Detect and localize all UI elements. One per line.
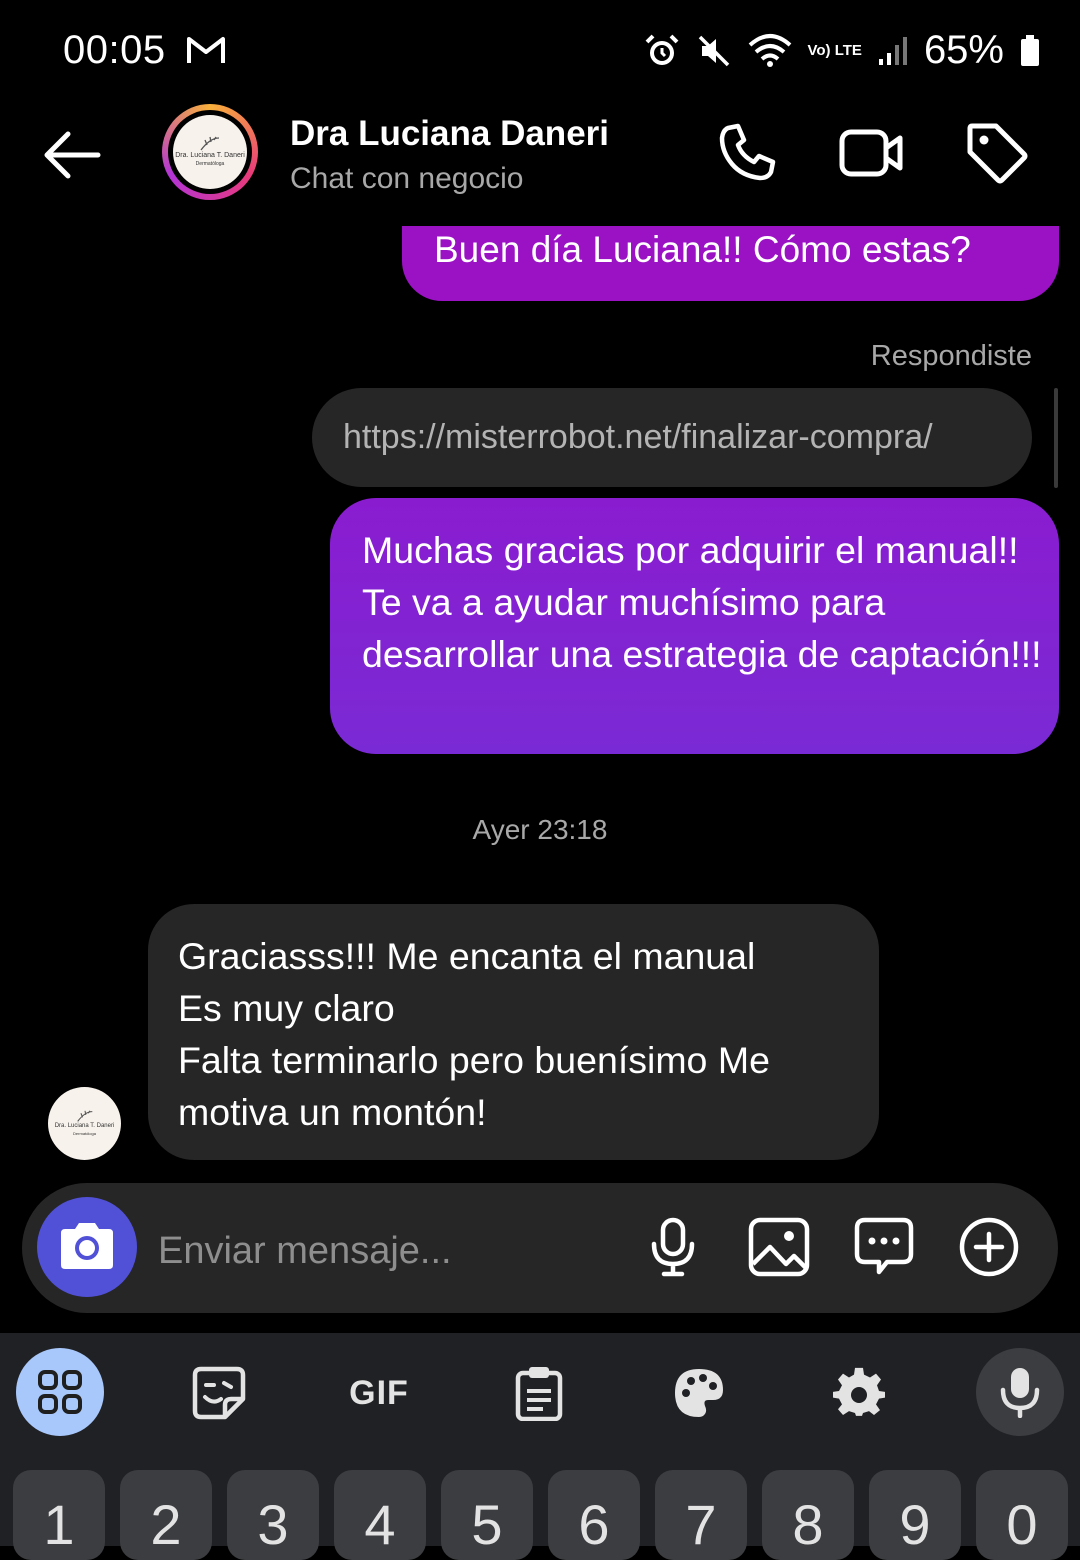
voice-input-button[interactable]	[976, 1348, 1064, 1436]
clipboard-button[interactable]	[496, 1350, 582, 1436]
apps-grid-button[interactable]	[16, 1348, 104, 1436]
battery-percent: 65%	[923, 28, 1004, 72]
camera-button[interactable]	[37, 1197, 137, 1297]
message-timestamp: Ayer 23:18	[472, 814, 608, 845]
wifi-icon	[748, 33, 791, 67]
leaf-icon	[76, 1110, 92, 1122]
key-1[interactable]: 1	[13, 1470, 105, 1560]
key-3[interactable]: 3	[227, 1470, 319, 1560]
volte-icon: Vo) LTE	[808, 43, 862, 58]
camera-icon	[61, 1223, 113, 1269]
message-line: Falta terminarlo pero buenísimo Me	[178, 1039, 770, 1081]
theme-button[interactable]	[656, 1350, 742, 1436]
message-line: Es muy claro	[178, 987, 395, 1029]
avatar-text: Dra. Luciana T. Daneri	[175, 152, 245, 159]
status-icons: Vo) LTE 65%	[644, 28, 1041, 73]
reply-quote-text: https://misterrobot.net/finalizar-compra…	[343, 418, 933, 456]
avatar-subtext: Dermatóloga	[195, 161, 225, 167]
phone-icon[interactable]	[714, 120, 780, 186]
key-5[interactable]: 5	[441, 1470, 533, 1560]
key-7[interactable]: 7	[655, 1470, 747, 1560]
key-6[interactable]: 6	[548, 1470, 640, 1560]
add-icon[interactable]	[956, 1214, 1022, 1280]
reply-quote[interactable]: https://misterrobot.net/finalizar-compra…	[312, 388, 1032, 487]
back-arrow-icon[interactable]	[40, 122, 106, 188]
contact-avatar[interactable]: Dra. Luciana T. Daneri Dermatóloga	[162, 104, 258, 200]
key-8[interactable]: 8	[762, 1470, 854, 1560]
alarm-icon	[645, 34, 678, 65]
incoming-message[interactable]: Graciasss!!! Me encanta el manual Es muy…	[148, 904, 879, 1160]
network-label: Vo) LTE	[807, 42, 862, 59]
message-line: motiva un montón!	[178, 1091, 487, 1133]
reply-indicator-bar	[1054, 388, 1058, 488]
palette-icon	[675, 1369, 723, 1417]
leaf-icon	[200, 136, 220, 151]
status-time: 00:05	[63, 28, 227, 73]
contact-subtitle: Chat con negocio	[290, 162, 524, 195]
avatar-logo: Dra. Luciana T. Daneri Dermatóloga	[173, 115, 247, 189]
avatar-text: Dra. Luciana T. Daneri	[54, 1123, 115, 1129]
key-2[interactable]: 2	[120, 1470, 212, 1560]
settings-button[interactable]	[816, 1350, 902, 1436]
key-0[interactable]: 0	[976, 1470, 1068, 1560]
clipboard-icon	[515, 1367, 563, 1421]
sticker-button[interactable]	[176, 1350, 262, 1436]
gif-button[interactable]: GIF	[336, 1350, 422, 1436]
key-9[interactable]: 9	[869, 1470, 961, 1560]
outgoing-message[interactable]: Muchas gracias por adquirir el manual!! …	[330, 498, 1059, 754]
message-input[interactable]	[158, 1226, 618, 1276]
apps-grid-icon	[38, 1370, 82, 1414]
signal-icon	[878, 36, 907, 65]
gif-icon: GIF	[349, 1373, 409, 1412]
contact-name[interactable]: Dra Luciana Daneri	[290, 114, 609, 154]
message-text: Muchas gracias por adquirir el manual!! …	[362, 529, 1042, 675]
sticker-chat-icon[interactable]	[851, 1214, 917, 1280]
sender-avatar[interactable]: Dra. Luciana T. Daneri Dermatóloga	[48, 1087, 121, 1160]
settings-icon	[833, 1367, 885, 1416]
status-time-text: 00:05	[63, 28, 166, 72]
message-text: Buen día Luciana!! Cómo estas?	[434, 229, 971, 270]
video-call-icon[interactable]	[838, 120, 904, 186]
outgoing-message[interactable]: Buen día Luciana!! Cómo estas?	[402, 226, 1059, 301]
gallery-icon[interactable]	[746, 1214, 812, 1280]
microphone-icon[interactable]	[640, 1214, 706, 1280]
battery-icon	[1021, 34, 1039, 66]
sticker-icon	[192, 1366, 246, 1420]
message-line: Graciasss!!! Me encanta el manual	[178, 935, 756, 977]
replied-label: Respondiste	[870, 340, 1032, 372]
avatar-subtext: Dermatóloga	[73, 1131, 96, 1136]
tag-icon[interactable]	[964, 120, 1030, 186]
gmail-icon	[187, 37, 226, 63]
mute-icon	[698, 35, 729, 66]
key-4[interactable]: 4	[334, 1470, 426, 1560]
voice-input-icon	[1000, 1368, 1040, 1418]
